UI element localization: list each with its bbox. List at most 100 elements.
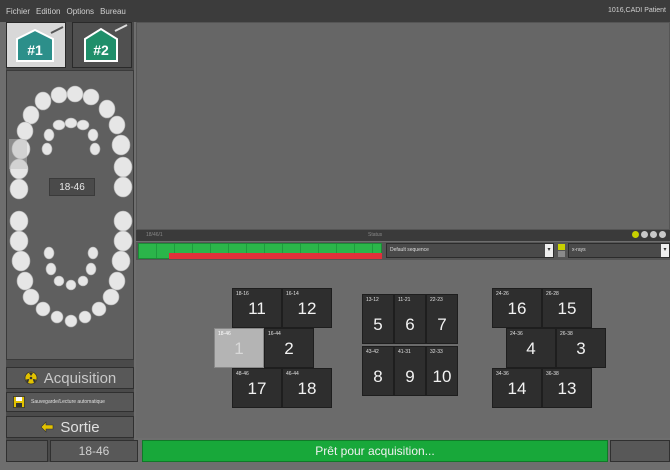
slot-teeth-label: 43-42	[366, 349, 379, 355]
slot-teeth-label: 46-44	[286, 371, 299, 377]
slot-number: 4	[526, 339, 536, 358]
slot-teeth-label: 18-46	[218, 331, 231, 337]
slot-teeth-label: 24-36	[510, 331, 523, 337]
xray-slot[interactable]: 43-42 8	[362, 346, 394, 396]
exit-door-icon	[40, 421, 54, 433]
xray-source-icon	[558, 244, 565, 257]
sequence-progress-bar	[138, 243, 382, 259]
slot-number: 13	[557, 379, 577, 398]
acquisition-label: Acquisition	[43, 369, 117, 387]
menu-options[interactable]: Options	[66, 7, 94, 16]
xray-slot[interactable]: 22-23 7	[426, 294, 458, 344]
floppy-disk-icon	[13, 396, 25, 408]
slot-number: 7	[437, 315, 447, 334]
slot-teeth-label: 26-28	[546, 291, 559, 297]
xray-slot[interactable]: 18-16 11	[232, 288, 282, 328]
xray-slot[interactable]: 16-14 12	[282, 288, 332, 328]
xray-slot[interactable]: 24-36 4	[506, 328, 556, 368]
slot-number: 3	[576, 339, 586, 358]
xray-slot-selected[interactable]: 18-46 1	[214, 328, 264, 368]
control-circle-icon[interactable]	[641, 231, 648, 238]
selected-teeth-label: 18-46	[49, 178, 95, 196]
xray-slot[interactable]: 48-46 17	[232, 368, 282, 408]
slot-number: 2	[284, 339, 294, 358]
tag-2-icon: #2	[84, 24, 128, 62]
image-viewer[interactable]	[136, 22, 670, 230]
tab-2-label: #2	[93, 42, 109, 58]
tab-2[interactable]: #2	[72, 22, 132, 68]
chevron-down-icon[interactable]: ▾	[545, 244, 553, 257]
control-circle-icon[interactable]	[650, 231, 657, 238]
chevron-down-icon[interactable]: ▾	[661, 244, 669, 257]
slot-number: 18	[297, 379, 317, 398]
sequence-progress-red	[169, 253, 382, 259]
menu-edition[interactable]: Edition	[36, 7, 60, 16]
slot-number: 16	[507, 299, 527, 318]
radiation-icon	[24, 371, 38, 385]
status-cell-right	[610, 440, 670, 462]
xray-slot[interactable]: 26-28 15	[542, 288, 592, 328]
menu-items: Fichier Edition Options Bureau	[6, 7, 126, 16]
slot-number: 11	[248, 299, 266, 318]
slot-teeth-label: 41-31	[398, 349, 411, 355]
slot-number: 10	[432, 367, 452, 386]
tab-1[interactable]: #1	[6, 22, 66, 68]
acquisition-button[interactable]: Acquisition	[6, 367, 134, 389]
xray-slot[interactable]: 24-26 16	[492, 288, 542, 328]
status-cell-empty	[6, 440, 48, 462]
slot-teeth-label: 26-38	[560, 331, 573, 337]
slot-teeth-label: 13-12	[366, 297, 379, 303]
xray-slot[interactable]: 13-12 5	[362, 294, 394, 344]
slot-number: 14	[507, 379, 527, 398]
sequence-select-value: Default sequence	[390, 247, 429, 253]
exit-label: Sortie	[60, 418, 100, 436]
autosave-button[interactable]: Sauvegarde/Lecture automatique	[6, 392, 134, 412]
xray-slot[interactable]: 32-33 10	[426, 346, 458, 396]
slot-teeth-label: 16-14	[286, 291, 299, 297]
menu-bar: Fichier Edition Options Bureau 1016,CADI…	[0, 0, 670, 22]
xray-slot[interactable]: 16-44 2	[264, 328, 314, 368]
slot-number: 1	[234, 339, 244, 358]
sequence-header-mid: Status	[368, 232, 383, 238]
tag-1-icon: #1	[16, 26, 64, 62]
xray-slot[interactable]: 26-38 3	[556, 328, 606, 368]
slot-number: 9	[405, 367, 415, 386]
slot-teeth-label: 48-46	[236, 371, 249, 377]
slot-teeth-label: 34-36	[496, 371, 509, 377]
control-circle-icon[interactable]	[659, 231, 666, 238]
acquisition-grid: 18-16 11 16-14 12 18-46 1 16-44 2 48-46 …	[136, 260, 670, 438]
window-title: 1016,CADI Patient	[608, 7, 666, 14]
slot-teeth-label: 32-33	[430, 349, 443, 355]
status-current-tooth: 18-46	[50, 440, 138, 462]
menu-bureau[interactable]: Bureau	[100, 7, 126, 16]
xray-type-select[interactable]: x-rays ▾	[568, 243, 670, 258]
xray-slot[interactable]: 11-21 6	[394, 294, 426, 344]
menu-fichier[interactable]: Fichier	[6, 7, 30, 16]
slot-teeth-label: 24-26	[496, 291, 509, 297]
slot-teeth-label: 22-23	[430, 297, 443, 303]
slot-teeth-label: 18-16	[236, 291, 249, 297]
autosave-label: Sauvegarde/Lecture automatique	[31, 399, 105, 405]
xray-slot[interactable]: 34-36 14	[492, 368, 542, 408]
slot-number: 12	[297, 299, 317, 318]
xray-slot[interactable]: 36-38 13	[542, 368, 592, 408]
status-light-icon[interactable]	[632, 231, 639, 238]
exit-button[interactable]: Sortie	[6, 416, 134, 438]
xray-type-value: x-rays	[572, 247, 586, 253]
slot-number: 17	[247, 379, 267, 398]
dental-chart	[6, 70, 134, 360]
slot-number: 6	[405, 315, 415, 334]
dental-arch-diagram[interactable]	[7, 71, 135, 361]
sequence-row: Default sequence ▾ x-rays ▾	[136, 242, 670, 260]
sequence-header-left: 18/46/1	[146, 232, 163, 238]
sequence-controls	[632, 231, 666, 238]
slot-number: 15	[557, 299, 577, 318]
slot-number: 8	[373, 367, 383, 386]
xray-slot[interactable]: 46-44 18	[282, 368, 332, 408]
slot-number: 5	[373, 315, 383, 334]
slot-teeth-label: 36-38	[546, 371, 559, 377]
tab-1-label: #1	[27, 42, 43, 58]
xray-slot[interactable]: 41-31 9	[394, 346, 426, 396]
sequence-select[interactable]: Default sequence ▾	[386, 243, 554, 258]
status-message: Prêt pour acquisition...	[142, 440, 608, 462]
